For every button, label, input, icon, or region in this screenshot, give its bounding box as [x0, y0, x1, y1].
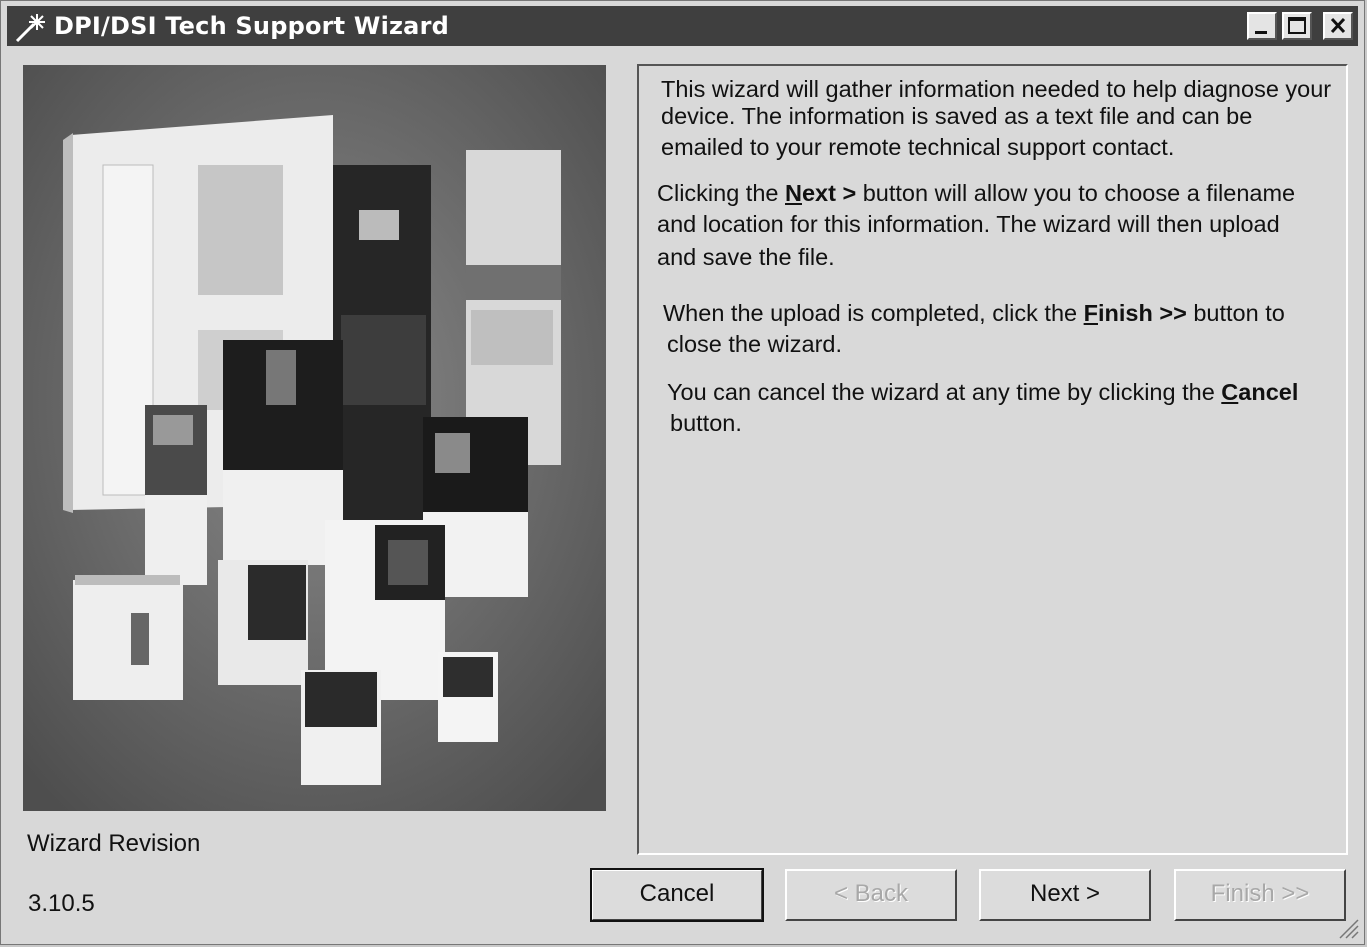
finish-line-1-end: button to — [1186, 300, 1285, 326]
close-icon — [1330, 17, 1346, 34]
product-image — [23, 65, 606, 811]
next-line-2: and location for this information. The w… — [657, 211, 1280, 237]
cancel-line-1: You can cancel the wizard at any time by… — [667, 377, 1298, 408]
cancel-key: Cancel — [1221, 379, 1298, 405]
cancel-key-mnemonic: C — [1221, 379, 1239, 405]
next-key-mnemonic: N — [785, 180, 802, 206]
next-line-1-end: button will allow you to choose a filena… — [856, 180, 1296, 206]
finish-key: Finish >> — [1084, 300, 1187, 326]
next-button[interactable]: Next > — [979, 869, 1151, 921]
finish-line-1-start: When the upload is completed, click the — [663, 300, 1084, 326]
intro-paragraph: This wizard will gather information need… — [661, 74, 1331, 163]
window-title: DPI/DSI Tech Support Wizard — [54, 12, 449, 40]
intro-line-2: device. The information is saved as a te… — [661, 103, 1253, 129]
cancel-line-2: button. — [670, 410, 742, 436]
minimize-icon — [1255, 31, 1267, 34]
revision-label: Wizard Revision — [27, 830, 201, 857]
cancel-paragraph: You can cancel the wizard at any time by… — [667, 377, 1298, 439]
next-key: Next > — [785, 180, 856, 206]
finish-key-mnemonic: F — [1083, 300, 1098, 326]
next-key-rest: ext > — [801, 180, 857, 206]
resize-grip-icon[interactable] — [1336, 916, 1360, 940]
finish-paragraph: When the upload is completed, click the … — [663, 298, 1285, 360]
cancel-line-1-start: You can cancel the wizard at any time by… — [667, 379, 1222, 405]
next-paragraph: Clicking the Next > button will allow yo… — [657, 178, 1295, 273]
finish-line-2: close the wizard. — [667, 331, 843, 357]
finish-button[interactable]: Finish >> — [1174, 869, 1346, 921]
next-line-1-start: Clicking the — [657, 180, 785, 206]
intro-line-3: emailed to your remote technical support… — [661, 134, 1175, 160]
finish-key-rest: inish >> — [1097, 300, 1187, 326]
maximize-button[interactable] — [1282, 12, 1312, 40]
close-button[interactable] — [1323, 12, 1353, 40]
cancel-button[interactable]: Cancel — [590, 868, 764, 922]
minimize-button[interactable] — [1247, 12, 1277, 40]
back-button[interactable]: < Back — [785, 869, 957, 921]
next-line-3: and save the file. — [657, 244, 835, 270]
description-panel: This wizard will gather information need… — [637, 64, 1348, 855]
maximize-icon — [1288, 17, 1306, 34]
next-line-1: Clicking the Next > button will allow yo… — [657, 178, 1295, 209]
cancel-key-rest: ancel — [1238, 379, 1299, 405]
revision-value: 3.10.5 — [28, 890, 95, 917]
wizard-wand-icon — [15, 14, 45, 43]
title-bar[interactable]: DPI/DSI Tech Support Wizard — [7, 6, 1358, 46]
wizard-window: DPI/DSI Tech Support Wizard This wizard … — [0, 0, 1365, 945]
finish-line-1: When the upload is completed, click the … — [663, 298, 1285, 329]
